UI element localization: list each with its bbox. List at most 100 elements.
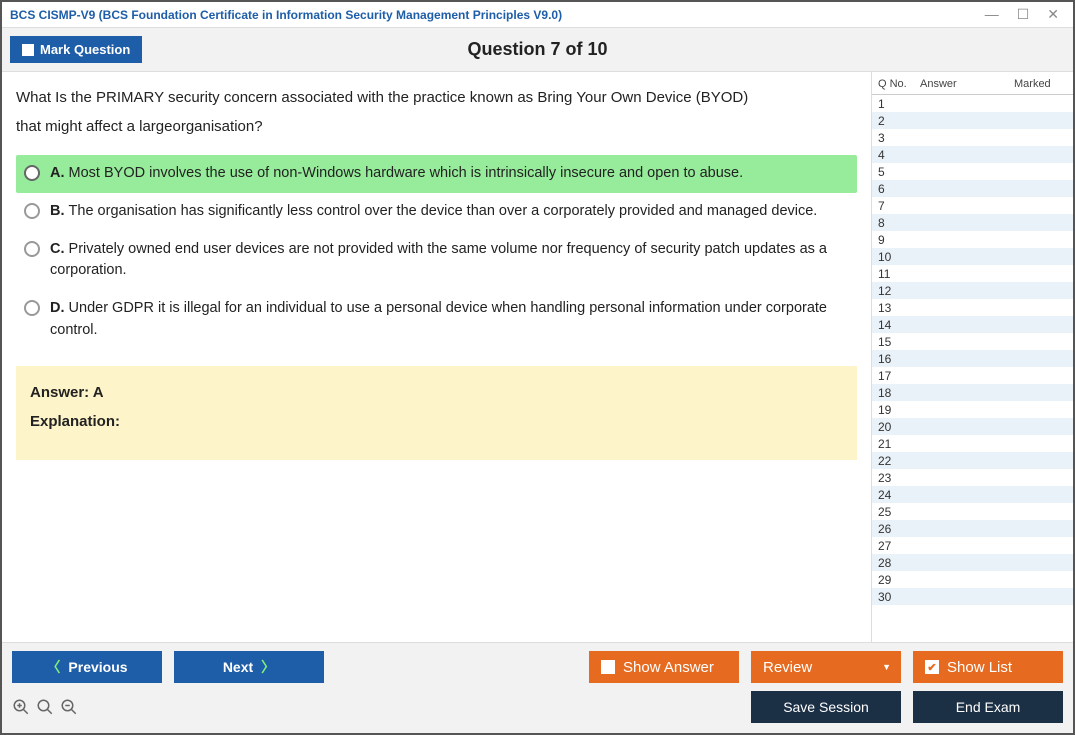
qlist-number: 2	[878, 114, 914, 128]
option-text: A. Most BYOD involves the use of non-Win…	[50, 163, 743, 185]
question-counter: Question 7 of 10	[467, 39, 607, 60]
qlist-number: 14	[878, 318, 914, 332]
qlist-row[interactable]: 16	[872, 350, 1073, 367]
qlist-number: 3	[878, 131, 914, 145]
qlist-number: 30	[878, 590, 914, 604]
qlist-number: 26	[878, 522, 914, 536]
option-d[interactable]: D. Under GDPR it is illegal for an indiv…	[16, 290, 857, 350]
footer: 〈 Previous Next 〉 Show Answer Review ▼ ✔…	[2, 642, 1073, 733]
qlist-number: 23	[878, 471, 914, 485]
zoom-reset-icon[interactable]	[36, 698, 54, 716]
qlist-row[interactable]: 1	[872, 95, 1073, 112]
review-label: Review	[763, 659, 812, 676]
qlist-row[interactable]: 24	[872, 486, 1073, 503]
qlist-number: 22	[878, 454, 914, 468]
qlist-number: 25	[878, 505, 914, 519]
qlist-row[interactable]: 8	[872, 214, 1073, 231]
show-answer-label: Show Answer	[623, 659, 714, 676]
option-a[interactable]: A. Most BYOD involves the use of non-Win…	[16, 155, 857, 193]
option-text: C. Privately owned end user devices are …	[50, 239, 849, 283]
qlist-row[interactable]: 15	[872, 333, 1073, 350]
qlist-row[interactable]: 12	[872, 282, 1073, 299]
option-text: D. Under GDPR it is illegal for an indiv…	[50, 298, 849, 342]
qlist-row[interactable]: 6	[872, 180, 1073, 197]
qlist-row[interactable]: 2	[872, 112, 1073, 129]
chevron-right-icon: 〉	[261, 657, 275, 677]
option-c[interactable]: C. Privately owned end user devices are …	[16, 231, 857, 291]
zoom-in-icon[interactable]	[12, 698, 30, 716]
show-list-button[interactable]: ✔ Show List	[913, 651, 1063, 683]
qlist-row[interactable]: 28	[872, 554, 1073, 571]
radio-icon	[24, 203, 40, 219]
qlist-number: 21	[878, 437, 914, 451]
qlist-row[interactable]: 26	[872, 520, 1073, 537]
qlist-body[interactable]: 1234567891011121314151617181920212223242…	[872, 95, 1073, 642]
radio-icon	[24, 300, 40, 316]
window-title: BCS CISMP-V9 (BCS Foundation Certificate…	[10, 8, 562, 22]
qlist-row[interactable]: 4	[872, 146, 1073, 163]
next-button[interactable]: Next 〉	[174, 651, 324, 683]
footer-row-2: Save Session End Exam	[12, 691, 1063, 723]
mark-question-button[interactable]: Mark Question	[10, 36, 142, 63]
qlist-row[interactable]: 5	[872, 163, 1073, 180]
minimize-icon[interactable]: —	[985, 6, 999, 23]
qlist-number: 5	[878, 165, 914, 179]
qlist-row[interactable]: 29	[872, 571, 1073, 588]
qlist-number: 17	[878, 369, 914, 383]
qlist-row[interactable]: 9	[872, 231, 1073, 248]
next-label: Next	[223, 659, 253, 675]
previous-button[interactable]: 〈 Previous	[12, 651, 162, 683]
col-marked: Marked	[1014, 78, 1069, 90]
qlist-row[interactable]: 22	[872, 452, 1073, 469]
end-exam-button[interactable]: End Exam	[913, 691, 1063, 723]
qlist-number: 8	[878, 216, 914, 230]
answer-box: Answer: A Explanation:	[16, 366, 857, 460]
footer-row-1: 〈 Previous Next 〉 Show Answer Review ▼ ✔…	[12, 651, 1063, 683]
qlist-number: 6	[878, 182, 914, 196]
chevron-down-icon: ▼	[882, 662, 891, 672]
qlist-row[interactable]: 23	[872, 469, 1073, 486]
show-answer-button[interactable]: Show Answer	[589, 651, 739, 683]
titlebar: BCS CISMP-V9 (BCS Foundation Certificate…	[2, 2, 1073, 28]
qlist-number: 27	[878, 539, 914, 553]
chevron-left-icon: 〈	[46, 657, 60, 677]
mark-question-label: Mark Question	[40, 42, 130, 57]
save-session-button[interactable]: Save Session	[751, 691, 901, 723]
col-qno: Q No.	[878, 78, 920, 90]
option-b[interactable]: B. The organisation has significantly le…	[16, 193, 857, 231]
close-icon[interactable]: ✕	[1047, 6, 1059, 23]
maximize-icon[interactable]: ☐	[1017, 6, 1030, 23]
qlist-row[interactable]: 25	[872, 503, 1073, 520]
qlist-number: 9	[878, 233, 914, 247]
checkbox-checked-icon: ✔	[925, 660, 939, 674]
review-dropdown[interactable]: Review ▼	[751, 651, 901, 683]
qlist-row[interactable]: 3	[872, 129, 1073, 146]
qlist-row[interactable]: 19	[872, 401, 1073, 418]
qlist-row[interactable]: 21	[872, 435, 1073, 452]
qlist-row[interactable]: 18	[872, 384, 1073, 401]
qlist-number: 15	[878, 335, 914, 349]
answer-text: Answer: A	[30, 384, 843, 401]
zoom-controls	[12, 698, 78, 716]
options-list: A. Most BYOD involves the use of non-Win…	[16, 155, 857, 350]
qlist-row[interactable]: 14	[872, 316, 1073, 333]
checkbox-icon	[601, 660, 615, 674]
qlist-number: 4	[878, 148, 914, 162]
qlist-row[interactable]: 11	[872, 265, 1073, 282]
radio-icon	[24, 165, 40, 181]
zoom-out-icon[interactable]	[60, 698, 78, 716]
qlist-row[interactable]: 13	[872, 299, 1073, 316]
qlist-row[interactable]: 17	[872, 367, 1073, 384]
qlist-row[interactable]: 30	[872, 588, 1073, 605]
qlist-row[interactable]: 27	[872, 537, 1073, 554]
show-list-label: Show List	[947, 659, 1012, 676]
question-text: What Is the PRIMARY security concern ass…	[16, 84, 756, 141]
qlist-row[interactable]: 20	[872, 418, 1073, 435]
qlist-number: 29	[878, 573, 914, 587]
window-controls: — ☐ ✕	[985, 6, 1065, 23]
question-list-panel: Q No. Answer Marked 12345678910111213141…	[871, 72, 1073, 642]
qlist-row[interactable]: 7	[872, 197, 1073, 214]
qlist-number: 24	[878, 488, 914, 502]
app-window: BCS CISMP-V9 (BCS Foundation Certificate…	[0, 0, 1075, 735]
qlist-row[interactable]: 10	[872, 248, 1073, 265]
